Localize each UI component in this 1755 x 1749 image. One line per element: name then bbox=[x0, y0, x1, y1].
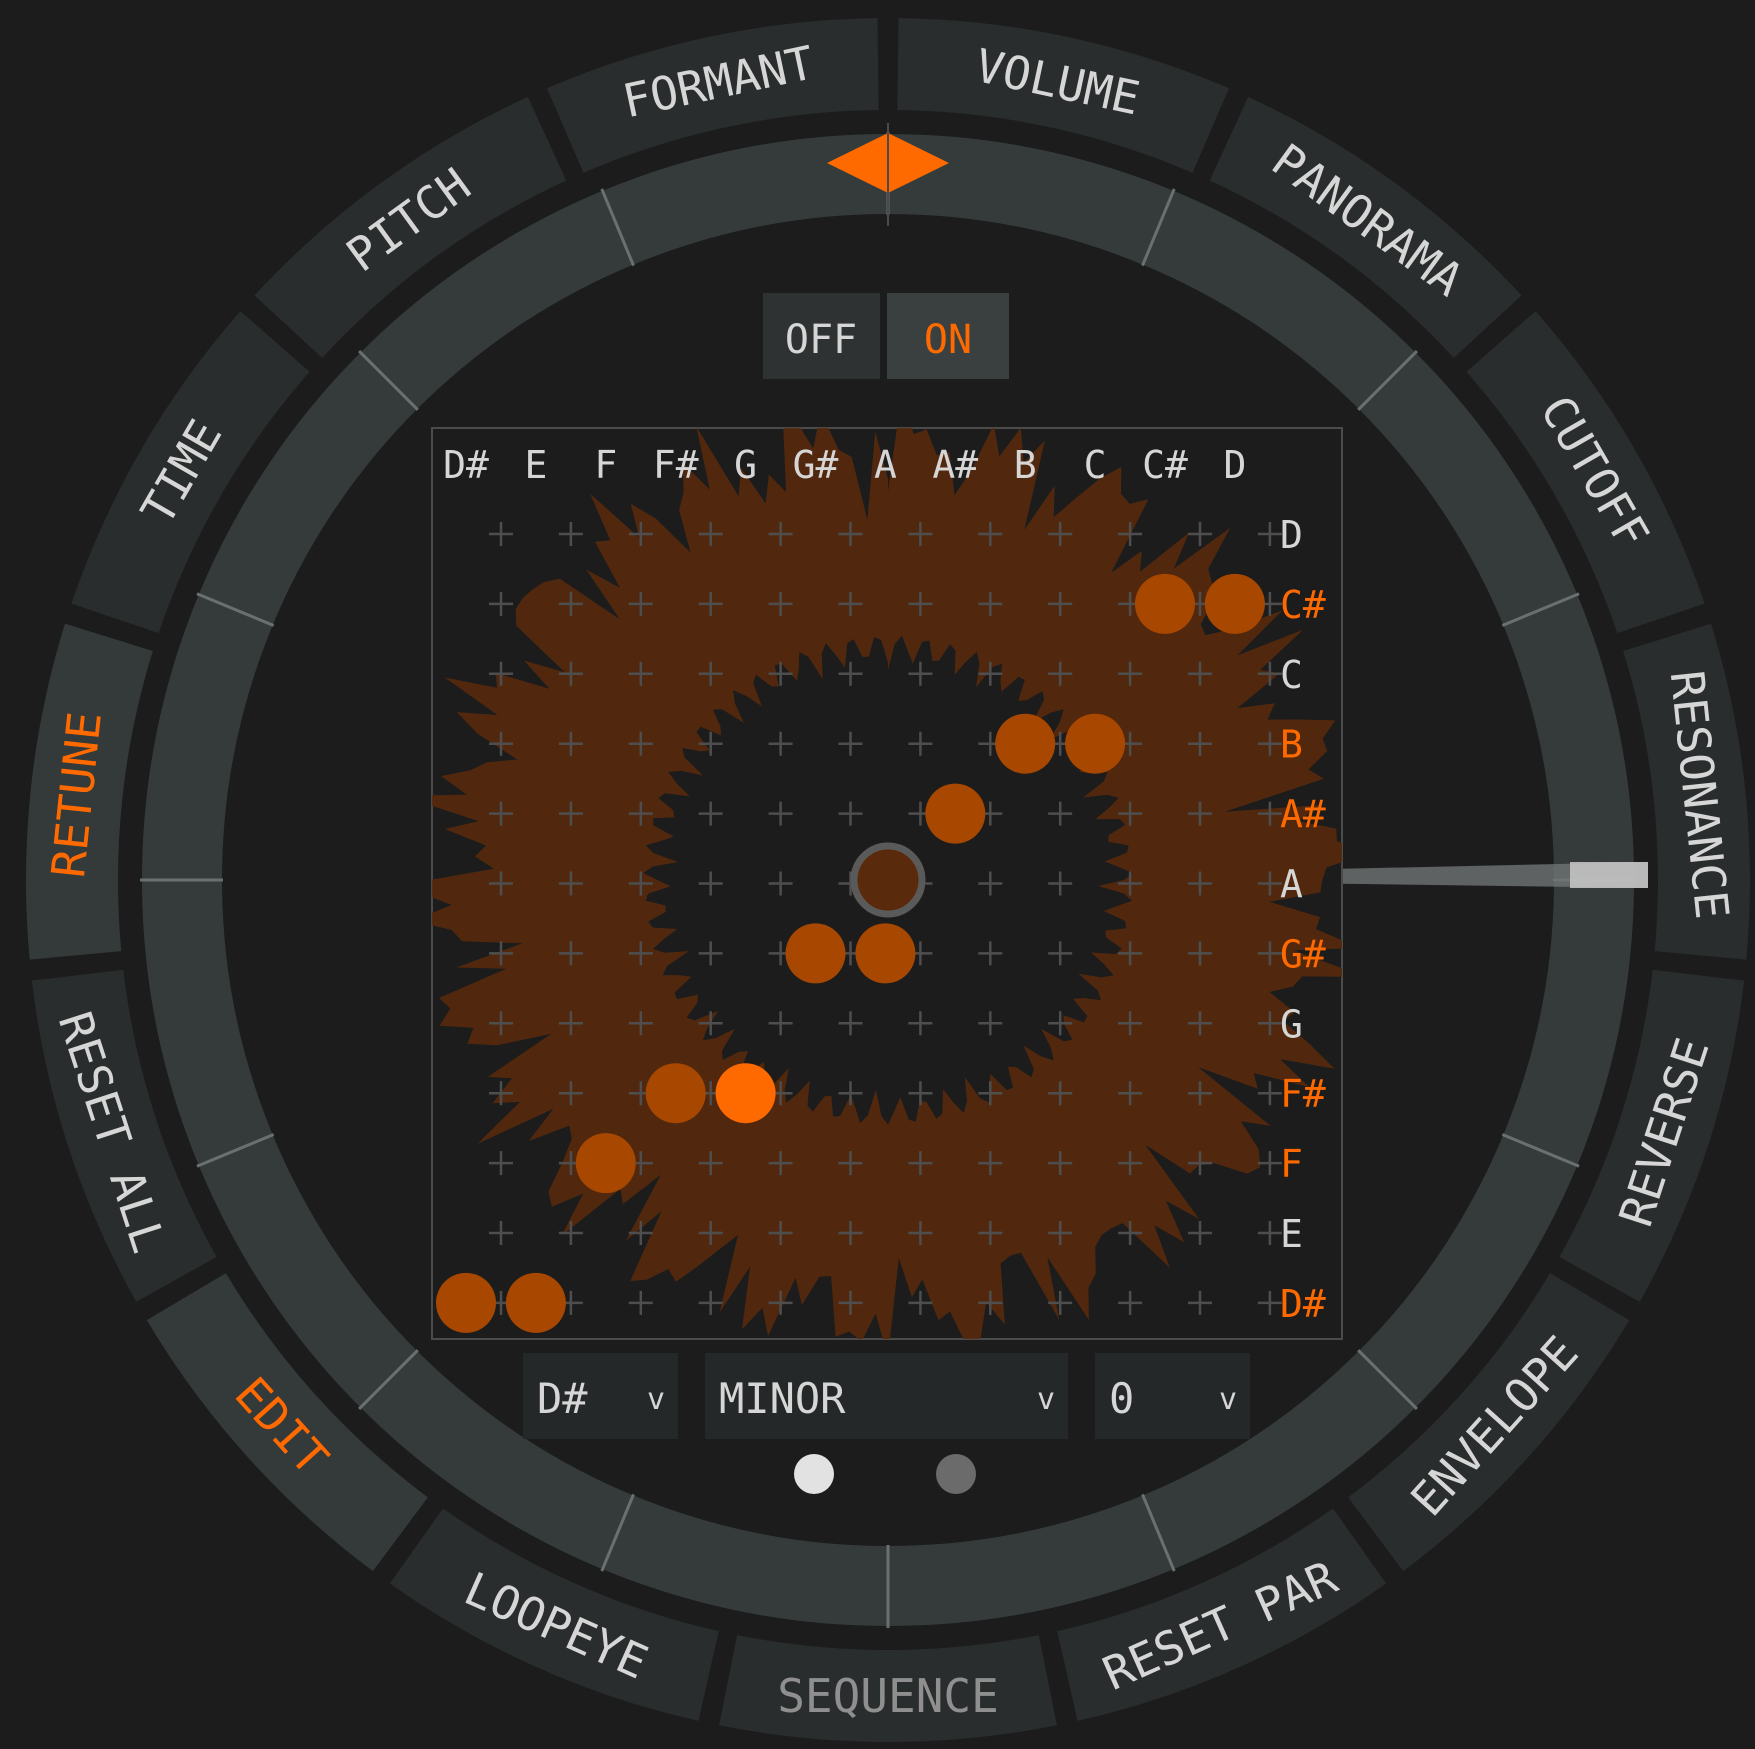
row-label: B bbox=[1280, 723, 1303, 767]
column-label: E bbox=[524, 443, 547, 487]
mode-tab-label: SEQUENCE bbox=[777, 1669, 999, 1723]
page-dot[interactable] bbox=[936, 1454, 976, 1494]
column-label: G bbox=[734, 443, 757, 487]
mode-tab-sequence[interactable]: SEQUENCE bbox=[719, 1635, 1057, 1742]
column-label: A# bbox=[932, 443, 978, 487]
column-label: G# bbox=[793, 443, 839, 487]
row-label: D bbox=[1280, 513, 1303, 557]
column-label: C# bbox=[1142, 443, 1188, 487]
page-dot[interactable] bbox=[794, 1454, 834, 1494]
note-mapping-dot[interactable] bbox=[925, 783, 986, 844]
retune-plugin: VOLUME PANORAMA CUTOFF RESONANCE REVERSE ENVE… bbox=[0, 0, 1755, 1745]
row-label: A bbox=[1280, 863, 1303, 907]
key-select-value: D# bbox=[537, 1374, 588, 1423]
note-mapping-dot[interactable] bbox=[785, 923, 846, 984]
row-label: G bbox=[1280, 1002, 1303, 1046]
scale-select[interactable]: MINOR v bbox=[705, 1353, 1068, 1439]
row-label: C# bbox=[1280, 583, 1326, 627]
note-mapping-dot[interactable] bbox=[1065, 713, 1126, 774]
playhead-marker bbox=[1570, 862, 1648, 888]
on-label: ON bbox=[924, 317, 972, 363]
note-mapping-dot[interactable] bbox=[575, 1133, 636, 1194]
note-mapping-dot[interactable] bbox=[645, 1063, 706, 1124]
off-label: OFF bbox=[785, 317, 857, 363]
column-label: C bbox=[1084, 443, 1107, 487]
note-mapping-dot[interactable] bbox=[715, 1063, 776, 1124]
column-label: B bbox=[1014, 443, 1037, 487]
note-mapping-dot[interactable] bbox=[855, 923, 916, 984]
note-mapping-dot[interactable] bbox=[1204, 573, 1265, 634]
note-mapping-dot[interactable] bbox=[995, 713, 1056, 774]
scale-select-value: MINOR bbox=[719, 1374, 846, 1423]
column-label: A bbox=[874, 443, 897, 487]
row-label: C bbox=[1280, 653, 1303, 697]
row-label: A# bbox=[1280, 793, 1326, 837]
note-mapping-dot[interactable] bbox=[436, 1272, 496, 1333]
retune-grid[interactable]: D# E F F# G G# A A# B C C# DDC#CBA#AG#GF#FED# bbox=[401, 393, 1370, 1357]
offset-select-value: 0 bbox=[1109, 1374, 1134, 1423]
row-label: D# bbox=[1280, 1282, 1326, 1326]
row-label: E bbox=[1280, 1212, 1303, 1256]
center-handle[interactable] bbox=[850, 842, 926, 918]
column-label: D# bbox=[443, 443, 489, 487]
chevron-down-icon: v bbox=[1219, 1382, 1237, 1417]
row-label: G# bbox=[1280, 932, 1326, 976]
column-label: F bbox=[594, 443, 617, 487]
column-label: F# bbox=[653, 443, 699, 487]
note-mapping-dot[interactable] bbox=[1135, 573, 1195, 634]
offset-select[interactable]: 0 v bbox=[1095, 1353, 1250, 1439]
key-select[interactable]: D# v bbox=[523, 1353, 678, 1439]
note-mapping-dot[interactable] bbox=[505, 1272, 566, 1333]
column-label: D bbox=[1223, 443, 1246, 487]
chevron-down-icon: v bbox=[647, 1382, 665, 1417]
row-label: F# bbox=[1280, 1072, 1326, 1116]
plugin-canvas: VOLUMEPANORAMACUTOFFRESONANCEREVERSEENVE… bbox=[0, 0, 1755, 1745]
chevron-down-icon: v bbox=[1037, 1382, 1055, 1417]
row-label: F bbox=[1280, 1142, 1303, 1186]
